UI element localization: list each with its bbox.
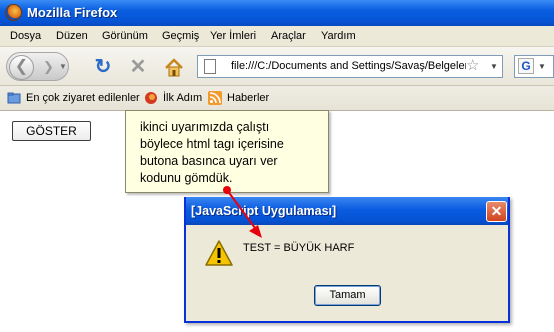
menu-duzen[interactable]: Düzen <box>56 30 88 42</box>
window-titlebar[interactable]: Mozilla Firefox <box>0 0 554 26</box>
page-icon <box>204 59 216 74</box>
warning-icon <box>205 240 233 266</box>
navigation-toolbar: ❮ ❯ ▼ ↻ ✕ file:///C:/Documents and Setti… <box>0 47 554 86</box>
window-title: Mozilla Firefox <box>27 5 118 20</box>
home-icon <box>165 58 183 77</box>
rss-icon <box>208 91 222 105</box>
menu-gorunum[interactable]: Görünüm <box>102 30 148 42</box>
search-box[interactable]: G ▼ <box>514 55 554 78</box>
firefox-start-icon <box>145 92 157 104</box>
bookmarks-folder-icon <box>7 92 21 104</box>
note-line: kodunu gömdük. <box>140 171 233 185</box>
menu-bar: Dosya Düzen Görünüm Geçmiş Yer İmleri Ar… <box>0 26 554 47</box>
back-button[interactable]: ❮ <box>9 55 34 80</box>
note-line: ikinci uyarımızda çalıştı <box>140 120 270 134</box>
bookmark-star-icon[interactable]: ☆ <box>466 56 479 74</box>
javascript-alert-dialog: [JavaScript Uygulaması] ✕ TEST = BÜYÜK H… <box>184 197 510 323</box>
note-line: butona basınca uyarı ver <box>140 154 278 168</box>
search-engine-dropdown-icon[interactable]: ▼ <box>538 62 546 71</box>
dialog-title: [JavaScript Uygulaması] <box>191 204 337 218</box>
note-line: böylece html tagı içerisine <box>140 137 284 151</box>
address-bar[interactable]: file:///C:/Documents and Settings/Savaş/… <box>197 55 503 78</box>
google-search-engine-icon[interactable]: G <box>518 58 534 74</box>
bookmark-most-visited[interactable]: En çok ziyaret edilenler <box>26 92 140 104</box>
firefox-icon <box>5 4 22 21</box>
history-dropdown-icon[interactable]: ▼ <box>59 62 67 71</box>
dialog-titlebar[interactable]: [JavaScript Uygulaması] ✕ <box>186 197 508 225</box>
url-text[interactable]: file:///C:/Documents and Settings/Savaş/… <box>231 60 466 72</box>
home-button[interactable] <box>163 57 185 79</box>
reload-button[interactable]: ↻ <box>92 57 114 79</box>
back-forward-group: ❮ ❯ ▼ <box>6 52 69 81</box>
reload-icon: ↻ <box>94 56 112 78</box>
goster-button[interactable]: GÖSTER <box>12 121 91 141</box>
forward-button[interactable]: ❯ <box>43 59 54 75</box>
back-arrow-icon: ❮ <box>14 58 29 75</box>
dialog-close-button[interactable]: ✕ <box>486 201 507 222</box>
menu-yardim[interactable]: Yardım <box>321 30 356 42</box>
bookmark-haberler[interactable]: Haberler <box>227 92 269 104</box>
dialog-message: TEST = BÜYÜK HARF <box>243 242 355 254</box>
annotation-note: ikinci uyarımızda çalıştı böylece html t… <box>125 110 329 193</box>
bookmarks-toolbar: En çok ziyaret edilenler İlk Adım Haberl… <box>0 86 554 111</box>
url-dropdown-icon[interactable]: ▼ <box>490 62 498 71</box>
stop-icon: ✕ <box>129 56 147 78</box>
bookmark-ilk-adim[interactable]: İlk Adım <box>163 92 202 104</box>
menu-dosya[interactable]: Dosya <box>10 30 41 42</box>
close-icon: ✕ <box>490 203 503 219</box>
menu-yer-imleri[interactable]: Yer İmleri <box>210 30 256 42</box>
ok-button[interactable]: Tamam <box>314 285 381 306</box>
stop-button[interactable]: ✕ <box>127 57 149 79</box>
menu-araclar[interactable]: Araçlar <box>271 30 306 42</box>
menu-gecmis[interactable]: Geçmiş <box>162 30 199 42</box>
